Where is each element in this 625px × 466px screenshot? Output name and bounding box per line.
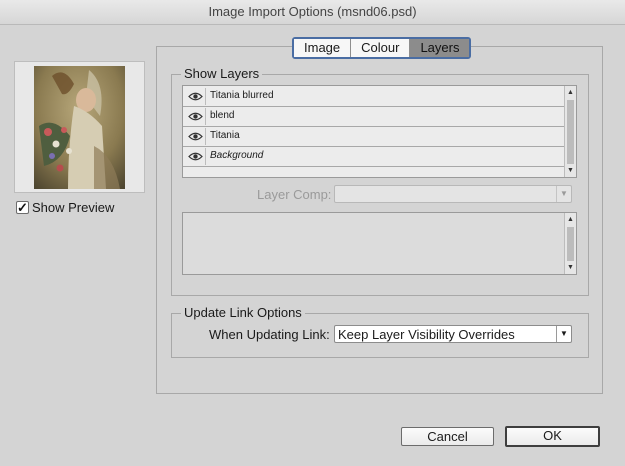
show-preview-label[interactable]: Show Preview [32, 200, 114, 215]
window-title: Image Import Options (msnd06.psd) [208, 4, 417, 19]
show-layers-legend: Show Layers [181, 66, 263, 81]
tab-layers[interactable]: Layers [410, 39, 470, 57]
scroll-down-icon[interactable]: ▼ [565, 167, 576, 175]
tab-bar: Image Colour Layers [292, 37, 472, 59]
layer-list[interactable]: Titania blurred blend Titania Background… [182, 85, 577, 178]
chevron-down-icon: ▼ [556, 186, 571, 202]
layer-comp-select[interactable]: ▼ [334, 185, 572, 203]
when-updating-label: When Updating Link: [209, 327, 330, 342]
update-link-legend: Update Link Options [181, 305, 305, 320]
cancel-button[interactable]: Cancel [401, 427, 494, 446]
when-updating-select[interactable]: Keep Layer Visibility Overrides ▼ [334, 325, 572, 343]
preview-image [34, 66, 125, 189]
scroll-up-icon[interactable]: ▲ [565, 216, 576, 224]
layer-row[interactable]: Background [183, 147, 566, 167]
scroll-thumb[interactable] [567, 227, 574, 261]
comment-scrollbar[interactable]: ▲ ▼ [564, 213, 576, 274]
layer-name: Background [210, 150, 264, 161]
tab-image[interactable]: Image [294, 39, 352, 57]
layer-name: Titania [210, 130, 240, 141]
scroll-down-icon[interactable]: ▼ [565, 264, 576, 272]
tab-colour[interactable]: Colour [351, 39, 411, 57]
title-bar: Image Import Options (msnd06.psd) [0, 0, 625, 25]
layer-row[interactable]: blend [183, 107, 566, 127]
layer-comp-label: Layer Comp: [257, 187, 332, 202]
layer-list-scrollbar[interactable]: ▲ ▼ [564, 86, 576, 177]
layer-comp-comment[interactable]: ▲ ▼ [182, 212, 577, 275]
eye-icon[interactable] [186, 108, 206, 125]
layer-name: Titania blurred [210, 90, 274, 101]
when-updating-value: Keep Layer Visibility Overrides [338, 327, 515, 342]
scroll-thumb[interactable] [567, 100, 574, 164]
chevron-down-icon: ▼ [556, 326, 571, 342]
show-preview-checkbox[interactable]: ✓ [16, 201, 29, 214]
ok-button[interactable]: OK [505, 426, 600, 447]
layer-row[interactable]: Titania blurred [183, 87, 566, 107]
checkmark-icon: ✓ [17, 200, 28, 215]
layer-name: blend [210, 110, 235, 121]
layer-row[interactable]: Titania [183, 127, 566, 147]
preview-frame [14, 61, 145, 193]
eye-icon[interactable] [186, 148, 206, 165]
eye-icon[interactable] [186, 128, 206, 145]
eye-icon[interactable] [186, 88, 206, 105]
scroll-up-icon[interactable]: ▲ [565, 89, 576, 97]
